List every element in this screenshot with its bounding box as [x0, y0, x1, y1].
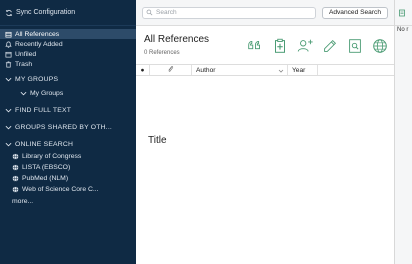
sidebar-item-my-groups[interactable]: My Groups: [0, 86, 136, 100]
sync-configuration-button[interactable]: Sync Configuration: [0, 0, 136, 26]
quote-icon[interactable]: [245, 36, 265, 56]
globe-icon: [12, 153, 19, 160]
section-label: GROUPS SHARED BY OTH...: [15, 123, 113, 131]
sync-icon: [5, 9, 13, 17]
more-link[interactable]: more...: [0, 195, 136, 207]
list-header: All References 0 References: [136, 26, 394, 64]
sidebar-item-trash[interactable]: Trash: [0, 59, 136, 69]
column-year[interactable]: Year: [288, 65, 318, 75]
sidebar-item-unfiled[interactable]: Unfiled: [0, 49, 136, 59]
section-my-groups[interactable]: MY GROUPS: [0, 72, 136, 86]
trash-icon: [5, 61, 12, 68]
column-author[interactable]: Author: [192, 65, 288, 75]
online-search-label: LISTA (EBSCO): [22, 164, 71, 171]
chevron-down-icon: [5, 107, 12, 114]
chevron-down-icon: [5, 76, 12, 83]
online-search-label: PubMed (NLM): [22, 175, 69, 182]
no-reference-message: No r: [397, 27, 409, 33]
add-user-icon[interactable]: [295, 36, 315, 56]
globe-icon: [12, 164, 19, 171]
sync-configuration-label: Sync Configuration: [16, 9, 76, 16]
chevron-down-icon: [5, 124, 12, 131]
unfiled-icon: [5, 51, 12, 58]
table-header: ● Author Year Title: [136, 64, 394, 146]
column-title[interactable]: Title: [144, 8, 167, 264]
chevron-down-icon: [20, 90, 27, 97]
online-search-label: Library of Congress: [22, 153, 82, 160]
library-list: All References Recently Added Unfiled Tr…: [0, 26, 136, 69]
sidebar-item-label: All References: [15, 30, 60, 38]
section-online-search[interactable]: ONLINE SEARCH: [0, 137, 136, 151]
document-icon[interactable]: [398, 9, 406, 17]
chevron-down-icon: [5, 141, 12, 148]
search-bar: Search Advanced Search: [136, 0, 394, 26]
section-label: ONLINE SEARCH: [15, 140, 74, 148]
sidebar-item-all-references[interactable]: All References: [0, 29, 136, 39]
sidebar-item-label: Recently Added: [15, 40, 63, 48]
details-toolbar: [395, 0, 412, 26]
sidebar-item-pubmed[interactable]: PubMed (NLM): [0, 173, 136, 184]
search-input[interactable]: Search: [142, 6, 316, 19]
reference-details-pane: No r: [394, 0, 412, 264]
insert-citation-icon[interactable]: [270, 36, 290, 56]
sidebar: Sync Configuration All References Recent…: [0, 0, 136, 264]
sidebar-item-label: Trash: [15, 60, 33, 68]
online-search-label: Web of Science Core C...: [22, 186, 99, 193]
section-groups-shared[interactable]: GROUPS SHARED BY OTH...: [0, 120, 136, 134]
column-label: Author: [196, 66, 216, 74]
main-panel: Search Advanced Search All References 0 …: [136, 0, 394, 264]
sidebar-item-label: Unfiled: [15, 50, 37, 58]
globe-icon: [12, 175, 19, 182]
sidebar-item-library-of-congress[interactable]: Library of Congress: [0, 151, 136, 162]
advanced-search-button[interactable]: Advanced Search: [321, 6, 388, 19]
export-icon[interactable]: [345, 36, 365, 56]
edit-icon[interactable]: [320, 36, 340, 56]
section-label: MY GROUPS: [15, 75, 59, 83]
sort-descending-icon: [278, 68, 284, 74]
toolbar-actions: [245, 36, 390, 56]
section-label: FIND FULL TEXT: [15, 106, 72, 114]
section-find-full-text[interactable]: FIND FULL TEXT: [0, 103, 136, 117]
library-icon: [5, 31, 12, 38]
sidebar-item-label: My Groups: [30, 89, 64, 97]
online-search-icon[interactable]: [370, 36, 390, 56]
sidebar-item-recently-added[interactable]: Recently Added: [0, 39, 136, 49]
recently-added-icon: [5, 41, 12, 48]
globe-icon: [12, 186, 19, 193]
paperclip-icon: [167, 65, 174, 75]
sidebar-item-web-of-science[interactable]: Web of Science Core C...: [0, 184, 136, 195]
sidebar-item-lista-ebsco[interactable]: LISTA (EBSCO): [0, 162, 136, 173]
